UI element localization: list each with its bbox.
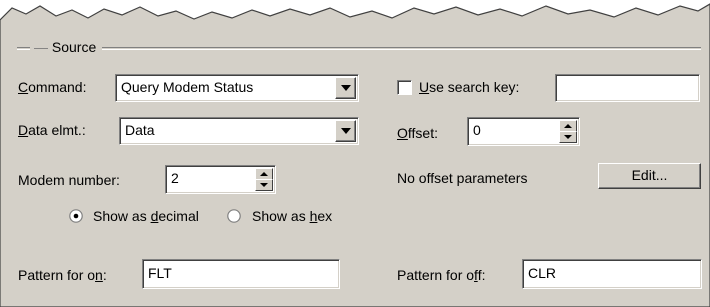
offset-params-text: No offset parameters xyxy=(397,170,528,186)
command-value: Query Modem Status xyxy=(121,79,254,95)
pattern-on-value: FLT xyxy=(148,265,172,281)
command-label: Command: xyxy=(18,79,87,95)
modem-number-label: Modem number: xyxy=(18,172,120,188)
offset-stepper[interactable]: 0 xyxy=(467,117,580,146)
modem-number-value: 2 xyxy=(171,170,179,186)
chevron-down-icon[interactable] xyxy=(335,77,356,99)
use-search-key-label: Use search key: xyxy=(419,79,520,95)
modem-number-stepper[interactable]: 2 xyxy=(165,165,276,194)
hex-radio-label: Show as hex xyxy=(252,208,333,224)
data-elmt-dropdown[interactable]: Data xyxy=(119,117,359,145)
pattern-off-input[interactable]: CLR xyxy=(522,259,702,289)
use-search-key-checkbox[interactable] xyxy=(397,80,412,95)
edit-button[interactable]: Edit... xyxy=(598,163,701,189)
pattern-off-value: CLR xyxy=(528,265,557,281)
spin-down-icon[interactable] xyxy=(559,131,577,143)
pattern-on-label: Pattern for on: xyxy=(18,267,107,283)
offset-label: Offset: xyxy=(397,125,438,141)
group-box-border xyxy=(17,47,701,50)
pattern-off-label: Pattern for off: xyxy=(397,267,486,283)
spin-down-icon[interactable] xyxy=(255,179,273,191)
group-title: — Source xyxy=(30,37,103,57)
decimal-radio[interactable] xyxy=(69,209,83,223)
command-dropdown[interactable]: Query Modem Status xyxy=(115,74,359,102)
offset-value: 0 xyxy=(473,122,481,138)
chevron-down-icon[interactable] xyxy=(335,120,356,142)
search-key-input[interactable] xyxy=(555,74,700,102)
hex-radio[interactable] xyxy=(227,209,241,223)
decimal-radio-label: Show as decimal xyxy=(93,208,199,224)
pattern-on-input[interactable]: FLT xyxy=(142,259,340,289)
data-elmt-label: Data elmt.: xyxy=(18,122,86,138)
data-elmt-value: Data xyxy=(125,122,155,138)
